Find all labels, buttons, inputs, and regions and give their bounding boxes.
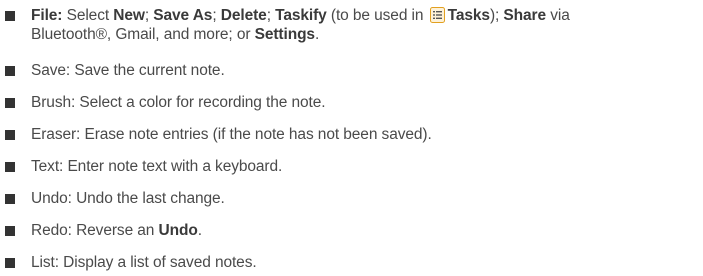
list-item-save: Save: Save the current note. (0, 61, 703, 80)
eraser-description: Eraser: Erase note entries (if the note … (31, 126, 432, 143)
settings-label: Settings (254, 26, 315, 43)
list-item-eraser: Eraser: Erase note entries (if the note … (0, 125, 703, 144)
bullet-square-icon (5, 226, 15, 236)
bullet-square-icon (5, 162, 15, 172)
save-as-label: Save As (153, 7, 213, 24)
file-label: File: (31, 7, 63, 24)
undo-label: Undo (158, 222, 198, 239)
file-description: File: Select New; Save As; Delete; Taski… (31, 7, 570, 43)
bullet-square-icon (5, 258, 15, 268)
list-item-redo: Redo: Reverse an Undo. (0, 221, 703, 240)
tasks-label: Tasks (447, 7, 490, 24)
bullet-square-icon (5, 194, 15, 204)
tasks-app-icon (429, 7, 445, 23)
delete-label: Delete (220, 7, 267, 24)
save-description: Save: Save the current note. (31, 62, 225, 79)
bullet-square-icon (5, 11, 15, 21)
list-item-undo: Undo: Undo the last change. (0, 189, 703, 208)
bullet-square-icon (5, 130, 15, 140)
brush-description: Brush: Select a color for recording the … (31, 94, 326, 111)
undo-description: Undo: Undo the last change. (31, 190, 225, 207)
new-label: New (113, 7, 145, 24)
redo-description: Redo: Reverse an Undo. (31, 222, 202, 239)
text-description: Text: Enter note text with a keyboard. (31, 158, 283, 175)
bullet-square-icon (5, 98, 15, 108)
taskify-label: Taskify (275, 7, 327, 24)
list-item-list: List: Display a list of saved notes. (0, 253, 703, 272)
list-item-file: File: Select New; Save As; Delete; Taski… (0, 6, 703, 44)
list-description: List: Display a list of saved notes. (31, 254, 257, 271)
bullet-square-icon (5, 66, 15, 76)
share-label: Share (503, 7, 547, 24)
list-item-text: Text: Enter note text with a keyboard. (0, 157, 703, 176)
list-item-brush: Brush: Select a color for recording the … (0, 93, 703, 112)
